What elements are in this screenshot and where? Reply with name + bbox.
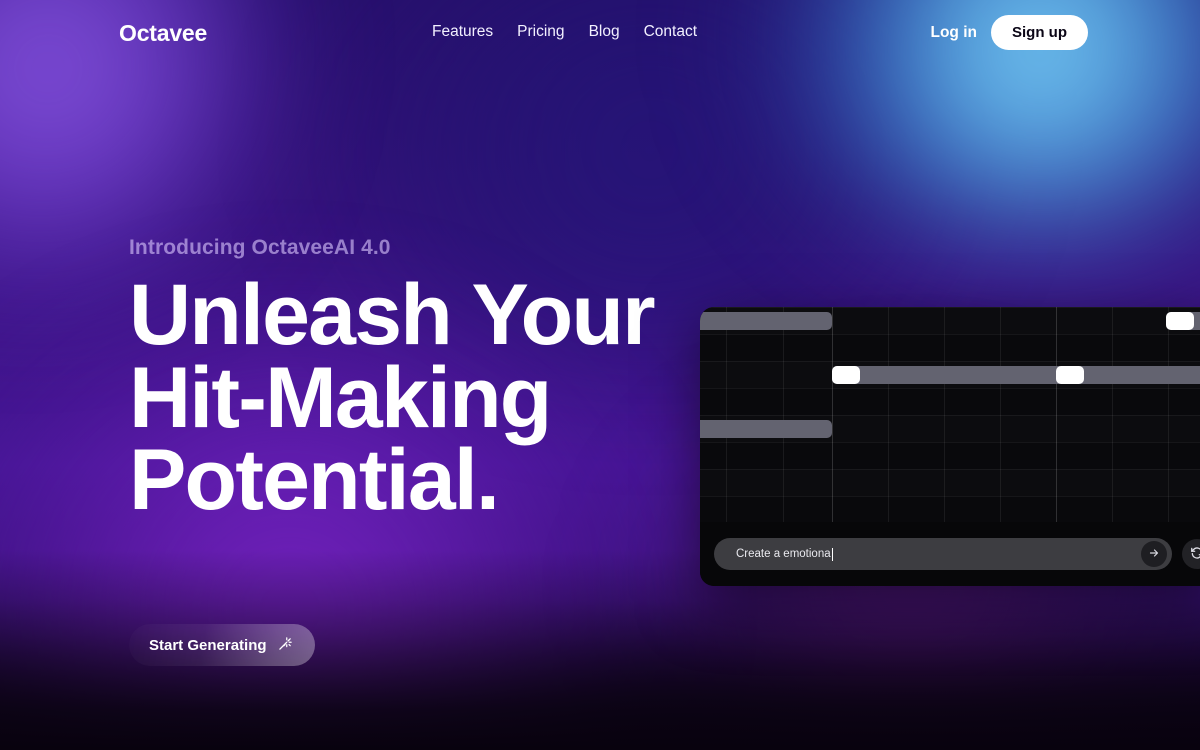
headline-line-1: Unleash Your: [129, 267, 656, 363]
nav-link-pricing[interactable]: Pricing: [517, 23, 564, 41]
prompt-bar: Create a emotiona: [700, 522, 1200, 586]
landing-page: Octavee Features Pricing Blog Contact Lo…: [0, 0, 1200, 750]
signup-button[interactable]: Sign up: [991, 15, 1088, 50]
hero-section: Introducing OctaveeAI 4.0 Unleash Your H…: [129, 236, 789, 529]
piano-roll-note[interactable]: [1056, 366, 1200, 384]
piano-roll-note-head: [1166, 312, 1194, 330]
start-generating-button[interactable]: Start Generating: [129, 624, 315, 666]
login-link[interactable]: Log in: [927, 24, 982, 42]
piano-roll-note-head: [832, 366, 860, 384]
prompt-input[interactable]: Create a emotiona: [714, 538, 1172, 570]
piano-roll[interactable]: [700, 307, 1200, 522]
piano-roll-columns: [700, 307, 1200, 522]
nav-link-blog[interactable]: Blog: [589, 23, 620, 41]
piano-roll-note[interactable]: [1166, 312, 1200, 330]
piano-roll-note-head: [1056, 366, 1084, 384]
headline-line-2: Hit-Making: [129, 349, 552, 446]
nav-link-contact[interactable]: Contact: [644, 23, 697, 41]
send-prompt-button[interactable]: [1141, 541, 1167, 567]
main-navigation: Octavee Features Pricing Blog Contact Lo…: [0, 0, 1200, 66]
piano-roll-note[interactable]: [700, 420, 832, 438]
headline-line-3: Potential.: [129, 432, 500, 529]
hero-headline: Unleash Your Hit-Making Potential.: [129, 267, 789, 529]
piano-roll-note[interactable]: [700, 312, 832, 330]
brand-logo[interactable]: Octavee: [119, 20, 207, 47]
nav-link-features[interactable]: Features: [432, 23, 493, 41]
nav-actions: Log in Sign up: [927, 15, 1088, 50]
magic-wand-icon: [278, 636, 293, 654]
nav-links: Features Pricing Blog Contact: [432, 23, 697, 41]
arrow-right-icon: [1148, 547, 1160, 562]
start-generating-label: Start Generating: [149, 636, 267, 654]
text-caret: [831, 547, 833, 561]
refresh-icon: [1190, 546, 1200, 563]
regenerate-button[interactable]: [1182, 539, 1200, 569]
prompt-input-value: Create a emotiona: [736, 548, 831, 560]
app-preview-panel: Create a emotiona: [700, 307, 1200, 586]
hero-eyebrow: Introducing OctaveeAI 4.0: [129, 236, 391, 259]
